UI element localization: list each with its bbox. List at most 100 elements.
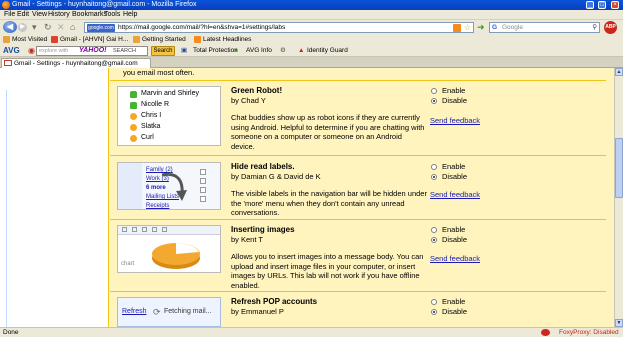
- menu-history[interactable]: History: [48, 10, 70, 20]
- bookmark-star-icon[interactable]: ☆: [464, 23, 471, 32]
- enable-radio[interactable]: [431, 88, 437, 94]
- bookmark-label: Getting Started: [142, 36, 186, 43]
- send-feedback-link[interactable]: Send feedback: [430, 190, 480, 199]
- menu-bookmarks[interactable]: Bookmarks: [72, 10, 107, 20]
- lab-title: Inserting images: [231, 225, 295, 234]
- search-button[interactable]: Search: [151, 46, 175, 56]
- firefox-page-icon: [133, 35, 140, 43]
- enable-label: Enable: [442, 86, 466, 95]
- menu-view[interactable]: View: [32, 10, 47, 20]
- search-icon[interactable]: ⚲: [592, 23, 597, 32]
- preview-buddy: Chris I: [141, 112, 162, 119]
- preview-buddy: Nicolle R: [141, 101, 170, 108]
- stop-icon[interactable]: ✕: [57, 22, 65, 32]
- identity-guard-button[interactable]: Identity Guard: [307, 45, 348, 57]
- send-feedback-link[interactable]: Send feedback: [430, 254, 480, 263]
- preview-chart-label: chart: [121, 261, 135, 267]
- lab-separator: [110, 80, 606, 81]
- disable-option[interactable]: Disable: [431, 307, 467, 316]
- lab-author: by Kent T: [231, 235, 263, 244]
- disable-radio[interactable]: [431, 174, 437, 180]
- go-arrow-icon[interactable]: ➜: [477, 23, 485, 32]
- tab-strip: Gmail - Settings - huynhaitong@gmail.com: [0, 57, 623, 68]
- rss-icon[interactable]: [453, 24, 461, 32]
- toolbar-button-icon: [142, 227, 147, 232]
- avg-info-icon: ●: [234, 47, 238, 54]
- close-button[interactable]: ×: [611, 1, 619, 9]
- disable-radio[interactable]: [431, 237, 437, 243]
- lab-preview-image: Family (2) Work (3) 6 more Mailing Lists…: [117, 162, 221, 210]
- disable-radio[interactable]: [431, 309, 437, 315]
- status-dot-icon: [130, 135, 137, 142]
- avg-info-button[interactable]: AVG Info: [246, 45, 272, 57]
- lab-separator: [110, 155, 606, 156]
- foxyproxy-status[interactable]: FoxyProxy: Disabled: [559, 328, 619, 337]
- adblock-status-icon[interactable]: [541, 329, 550, 336]
- disable-radio[interactable]: [431, 98, 437, 104]
- google-engine-icon[interactable]: G: [492, 23, 497, 32]
- menu-edit[interactable]: Edit: [17, 10, 29, 20]
- lab-description: Allows you to insert images into a messa…: [231, 252, 424, 290]
- settings-icon[interactable]: ⚙: [280, 45, 286, 57]
- search-bar[interactable]: G Google ⚲: [489, 22, 600, 33]
- disable-option[interactable]: Disable: [431, 235, 467, 244]
- tab-gmail-settings[interactable]: Gmail - Settings - huynhaitong@gmail.com: [1, 58, 151, 68]
- dropdown-arrow-icon[interactable]: ▾: [32, 22, 37, 32]
- bookmark-most-visited[interactable]: Most Visited: [3, 34, 47, 45]
- disable-label: Disable: [442, 172, 468, 181]
- spinner-icon: ⟳: [153, 307, 161, 317]
- scroll-up-icon[interactable]: ▲: [615, 68, 623, 76]
- gmail-icon: [4, 60, 12, 66]
- enable-radio[interactable]: [431, 227, 437, 233]
- avg-toolbar: AVG ◉ explore with YAHOO! SEARCH Search …: [0, 45, 623, 57]
- back-button[interactable]: ◀: [3, 21, 17, 33]
- reload-icon[interactable]: ↻: [44, 22, 52, 32]
- url-text[interactable]: https://mail.google.com/mail/?hl=en&shva…: [118, 23, 285, 32]
- enable-option[interactable]: Enable: [431, 162, 465, 171]
- forward-button[interactable]: ▶: [18, 23, 27, 32]
- status-text: Done: [3, 329, 19, 336]
- maximize-button[interactable]: □: [598, 1, 606, 9]
- site-identity-badge[interactable]: google.com: [87, 24, 115, 32]
- total-protection-button[interactable]: Total Protection: [193, 45, 238, 57]
- scrollbar-thumb[interactable]: [615, 138, 623, 198]
- adblock-plus-icon[interactable]: ABP: [604, 21, 617, 34]
- vertical-scrollbar[interactable]: ▲ ▼: [614, 68, 623, 327]
- tab-title: Gmail - Settings - huynhaitong@gmail.com: [14, 60, 138, 67]
- menu-help[interactable]: Help: [123, 10, 137, 20]
- rss-icon: [194, 35, 201, 43]
- lab-inserting-images: chart Inserting images by Kent T Allows …: [117, 225, 607, 295]
- lab-author: by Emmanuel P: [231, 307, 284, 316]
- lab-separator: [110, 219, 606, 220]
- enable-radio[interactable]: [431, 299, 437, 305]
- enable-label: Enable: [442, 297, 466, 306]
- scroll-down-icon[interactable]: ▼: [615, 319, 623, 327]
- bookmark-latest-headlines[interactable]: Latest Headlines: [194, 34, 251, 45]
- disable-option[interactable]: Disable: [431, 172, 467, 181]
- yahoo-placeholder: explore with: [39, 48, 69, 54]
- avg-logo[interactable]: AVG: [3, 46, 20, 56]
- enable-option[interactable]: Enable: [431, 297, 465, 306]
- lab-title: Green Robot!: [231, 86, 283, 95]
- enable-option[interactable]: Enable: [431, 86, 465, 95]
- yahoo-search-input[interactable]: explore with YAHOO! SEARCH: [36, 46, 148, 56]
- disable-option[interactable]: Disable: [431, 96, 467, 105]
- lab-author: by Damian G & David de K: [231, 172, 321, 181]
- toolbar-button-icon: [152, 227, 157, 232]
- bookmark-gmail[interactable]: Gmail - [AHVN] Gai H...: [51, 34, 128, 45]
- preview-buddy: Curl: [141, 134, 154, 141]
- bookmark-getting-started[interactable]: Getting Started: [133, 34, 186, 45]
- minimize-button[interactable]: _: [586, 1, 594, 9]
- checkmark-icon: ✓: [166, 169, 174, 179]
- enable-option[interactable]: Enable: [431, 225, 465, 234]
- bookmark-label: Most Visited: [12, 36, 48, 43]
- menu-file[interactable]: File: [4, 10, 15, 20]
- enable-radio[interactable]: [431, 164, 437, 170]
- menu-tools[interactable]: Tools: [104, 10, 120, 20]
- bookmark-label: Latest Headlines: [203, 36, 252, 43]
- pie-chart-image: [152, 243, 200, 269]
- avg-dropdown-icon[interactable]: ◉: [28, 45, 35, 57]
- url-bar[interactable]: google.com https://mail.google.com/mail/…: [84, 22, 474, 33]
- home-icon[interactable]: ⌂: [70, 22, 75, 32]
- send-feedback-link[interactable]: Send feedback: [430, 116, 480, 125]
